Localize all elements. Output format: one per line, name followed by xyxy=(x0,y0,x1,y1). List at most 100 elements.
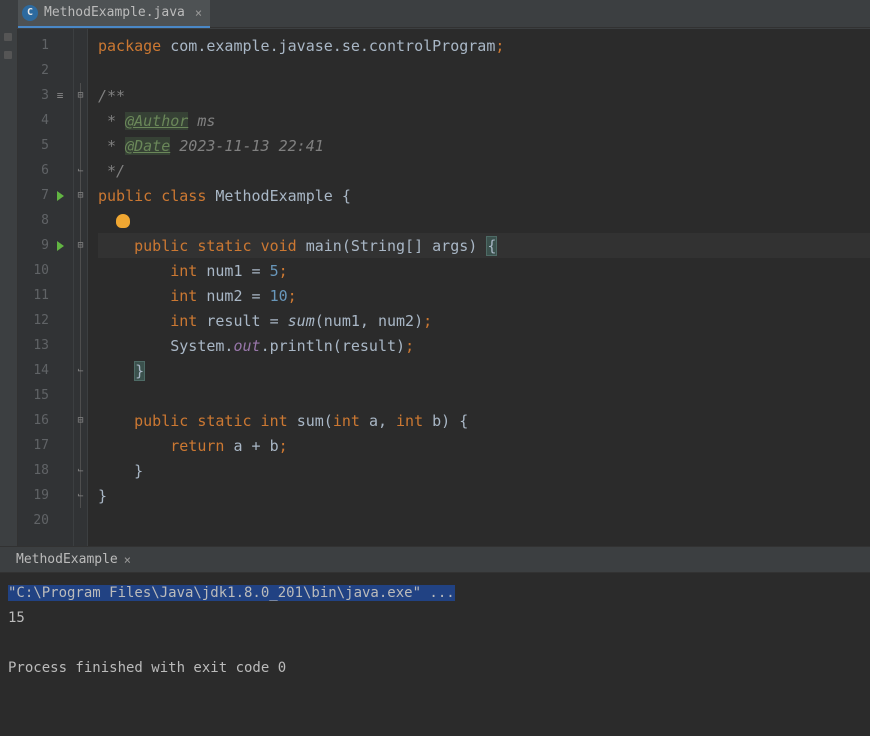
code-line[interactable]: int num1 = 5; xyxy=(98,258,870,283)
console-tab[interactable]: MethodExample × xyxy=(8,546,139,573)
line-number: 5 xyxy=(25,138,49,153)
close-icon[interactable]: × xyxy=(195,6,202,20)
gutter-row[interactable]: 7 xyxy=(18,183,73,208)
fold-row[interactable] xyxy=(74,333,87,358)
console-command: "C:\Program Files\Java\jdk1.8.0_201\bin\… xyxy=(8,585,455,601)
code-line[interactable]: * @Author ms xyxy=(98,108,870,133)
fold-row[interactable]: ⊟ xyxy=(74,183,87,208)
code-line[interactable] xyxy=(98,208,870,233)
fold-row[interactable]: ⌙ xyxy=(74,358,87,383)
line-number: 13 xyxy=(25,338,49,353)
gutter-row[interactable]: 5 xyxy=(18,133,73,158)
fold-end-icon[interactable]: ⌙ xyxy=(77,490,83,501)
token-kw: int xyxy=(396,412,432,430)
code-line[interactable]: public static int sum(int a, int b) { xyxy=(98,408,870,433)
fold-end-icon[interactable]: ⌙ xyxy=(77,465,83,476)
code-line[interactable] xyxy=(98,58,870,83)
code-line[interactable]: } xyxy=(98,483,870,508)
fold-row[interactable] xyxy=(74,133,87,158)
gutter-row[interactable]: 9 xyxy=(18,233,73,258)
gutter-row[interactable]: 11 xyxy=(18,283,73,308)
gutter-row[interactable]: 16 xyxy=(18,408,73,433)
code-line[interactable]: } xyxy=(98,358,870,383)
code-line[interactable]: */ xyxy=(98,158,870,183)
editor-area: 123≡4567891011121314151617181920 ⊟⌙⊟⊟⌙⊟⌙… xyxy=(0,28,870,546)
gutter-row[interactable]: 12 xyxy=(18,308,73,333)
fold-start-icon[interactable]: ⊟ xyxy=(77,415,83,426)
token-ident: a, xyxy=(369,412,396,430)
code-line[interactable]: return a + b; xyxy=(98,433,870,458)
fold-start-icon[interactable]: ⊟ xyxy=(77,240,83,251)
fold-row[interactable] xyxy=(74,433,87,458)
fold-row[interactable]: ⊟ xyxy=(74,83,87,108)
fold-row[interactable] xyxy=(74,383,87,408)
code-line[interactable]: int result = sum(num1, num2); xyxy=(98,308,870,333)
run-icon[interactable] xyxy=(57,241,64,251)
token-kw: public static xyxy=(134,237,260,255)
gutter-row[interactable]: 18 xyxy=(18,458,73,483)
code-line[interactable]: /** xyxy=(98,83,870,108)
close-icon[interactable]: × xyxy=(124,553,131,567)
line-number: 14 xyxy=(25,363,49,378)
gutter-row[interactable]: 13 xyxy=(18,333,73,358)
code-line[interactable] xyxy=(98,383,870,408)
fold-gutter: ⊟ ⌙ ⊟ ⊟ ⌙ ⊟ ⌙ ⌙ xyxy=(74,29,88,546)
code-line[interactable]: public class MethodExample { xyxy=(98,183,870,208)
fold-row[interactable] xyxy=(74,308,87,333)
token-comment: ms xyxy=(188,112,215,130)
fold-row[interactable] xyxy=(74,208,87,233)
gutter-row[interactable]: 20 xyxy=(18,508,73,533)
run-icon[interactable] xyxy=(57,191,64,201)
gutter-row[interactable]: 6 xyxy=(18,158,73,183)
fold-row[interactable]: ⊟ xyxy=(74,233,87,258)
code-line[interactable]: int num2 = 10; xyxy=(98,283,870,308)
token-comment: 2023-11-13 22:41 xyxy=(170,137,324,155)
gutter-row[interactable]: 10 xyxy=(18,258,73,283)
fold-row[interactable] xyxy=(74,283,87,308)
gutter-row[interactable]: 14 xyxy=(18,358,73,383)
fold-start-icon[interactable]: ⊟ xyxy=(77,90,83,101)
fold-row[interactable]: ⌙ xyxy=(74,458,87,483)
gutter-row[interactable]: 17 xyxy=(18,433,73,458)
console-output[interactable]: "C:\Program Files\Java\jdk1.8.0_201\bin\… xyxy=(0,573,870,736)
code-line[interactable]: System.out.println(result); xyxy=(98,333,870,358)
code-line[interactable]: public static void main(String[] args) { xyxy=(98,233,870,258)
gutter-row[interactable]: 19 xyxy=(18,483,73,508)
gutter-row[interactable]: 4 xyxy=(18,108,73,133)
gutter-row[interactable]: 3≡ xyxy=(18,83,73,108)
token-brace-hl: { xyxy=(486,236,497,256)
intention-bulb-icon[interactable] xyxy=(116,214,130,228)
gutter-row[interactable]: 2 xyxy=(18,58,73,83)
gutter-row[interactable]: 15 xyxy=(18,383,73,408)
token-doc-tag: @Date xyxy=(125,137,170,155)
fold-end-icon[interactable]: ⌙ xyxy=(77,165,83,176)
left-tool-stub xyxy=(0,29,18,546)
fold-row[interactable] xyxy=(74,58,87,83)
fold-end-icon[interactable]: ⌙ xyxy=(77,365,83,376)
token-kw: public static int xyxy=(134,412,297,430)
token-kw: int xyxy=(170,262,206,280)
line-number: 3 xyxy=(25,88,49,103)
fold-row[interactable]: ⌙ xyxy=(74,483,87,508)
code-line[interactable]: package com.example.javase.se.controlPro… xyxy=(98,33,870,58)
fold-row[interactable]: ⊟ xyxy=(74,408,87,433)
console-exit-message: Process finished with exit code 0 xyxy=(8,660,286,676)
fold-row[interactable] xyxy=(74,108,87,133)
fold-row[interactable] xyxy=(74,508,87,533)
code-line[interactable]: * @Date 2023-11-13 22:41 xyxy=(98,133,870,158)
editor-tab[interactable]: C MethodExample.java × xyxy=(18,0,210,28)
code-editor[interactable]: package com.example.javase.se.controlPro… xyxy=(88,29,870,546)
token-ident xyxy=(98,362,134,380)
code-line[interactable]: } xyxy=(98,458,870,483)
fold-start-icon[interactable]: ⊟ xyxy=(77,190,83,201)
fold-row[interactable]: ⌙ xyxy=(74,158,87,183)
code-line[interactable] xyxy=(98,508,870,533)
token-static-field: out xyxy=(233,337,260,355)
token-ident xyxy=(98,287,170,305)
token-kw: int xyxy=(170,287,206,305)
gutter-row[interactable]: 8 xyxy=(18,208,73,233)
token-ident: b) { xyxy=(432,412,468,430)
fold-row[interactable] xyxy=(74,33,87,58)
gutter-row[interactable]: 1 xyxy=(18,33,73,58)
fold-row[interactable] xyxy=(74,258,87,283)
